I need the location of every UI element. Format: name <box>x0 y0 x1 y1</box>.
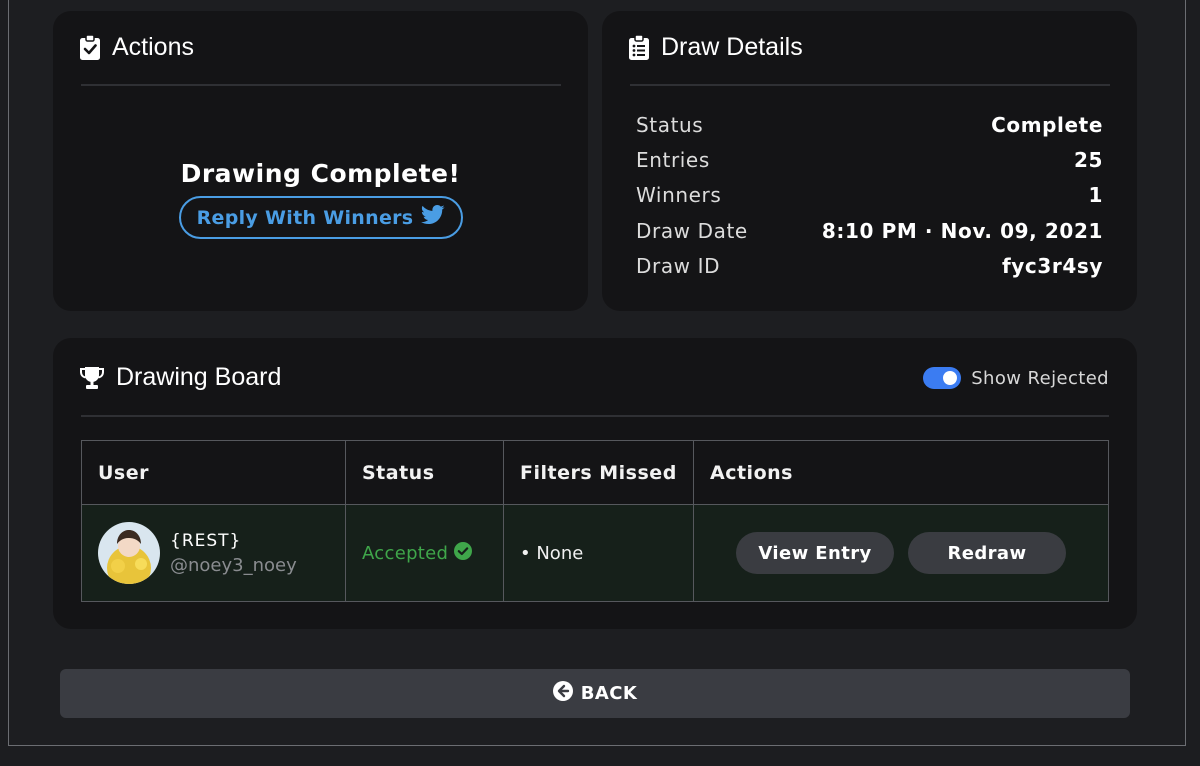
redraw-button[interactable]: Redraw <box>908 532 1066 574</box>
status-cell: Accepted <box>345 504 504 602</box>
detail-label: Draw ID <box>636 254 721 278</box>
column-header-user: User <box>81 440 346 505</box>
back-button[interactable]: BACK <box>60 669 1130 718</box>
detail-row-draw-id: Draw ID fyc3r4sy <box>636 251 1103 281</box>
reply-with-winners-button[interactable]: Reply With Winners <box>179 196 463 239</box>
draw-details-title-text: Draw Details <box>661 33 803 61</box>
user-display-name: {REST} <box>170 530 242 551</box>
drawing-board-title: Drawing Board <box>80 363 281 392</box>
show-rejected-toggle[interactable] <box>923 367 962 389</box>
back-label: BACK <box>580 683 638 704</box>
detail-value: fyc3r4sy <box>1001 254 1103 278</box>
detail-row-draw-date: Draw Date 8:10 PM · Nov. 09, 2021 <box>636 216 1103 246</box>
detail-label: Winners <box>636 183 722 207</box>
user-handle[interactable]: @noey3_noey <box>170 555 297 576</box>
show-rejected-label: Show Rejected <box>971 367 1109 389</box>
detail-value: 1 <box>1088 183 1103 207</box>
draw-details-title: Draw Details <box>629 33 803 62</box>
check-circle-icon <box>454 541 473 565</box>
arrow-circle-left-icon <box>552 681 573 706</box>
detail-row-entries: Entries 25 <box>636 145 1103 175</box>
user-cell: {REST} @noey3_noey <box>81 504 346 602</box>
trophy-icon <box>80 366 104 390</box>
actions-card: Actions Drawing Complete! Reply With Win… <box>53 11 588 311</box>
avatar[interactable] <box>98 522 160 584</box>
table-header-row: User Status Filters Missed Actions <box>81 440 1109 505</box>
twitter-icon <box>421 205 446 230</box>
drawing-board-divider <box>81 415 1109 417</box>
detail-value: Complete <box>991 113 1103 137</box>
column-header-filters-missed: Filters Missed <box>503 440 694 505</box>
detail-row-winners: Winners 1 <box>636 180 1103 210</box>
draw-details-divider <box>630 84 1110 86</box>
status-text: Accepted <box>362 542 449 564</box>
clipboard-check-icon <box>80 35 100 60</box>
drawing-board-table: User Status Filters Missed Actions {REST… <box>81 440 1109 602</box>
show-rejected-control: Show Rejected <box>923 367 1109 389</box>
actions-title-text: Actions <box>112 33 194 61</box>
draw-details-card: Draw Details Status Complete Entries 25 … <box>602 11 1137 311</box>
drawing-complete-text: Drawing Complete! <box>180 159 461 188</box>
drawing-board-card: Drawing Board Show Rejected User Status … <box>53 338 1137 629</box>
detail-row-status: Status Complete <box>636 110 1103 140</box>
column-header-actions: Actions <box>693 440 1109 505</box>
reply-with-winners-label: Reply With Winners <box>196 206 414 229</box>
filters-missed-cell: • None <box>503 504 694 602</box>
view-entry-button[interactable]: View Entry <box>736 532 894 574</box>
detail-label: Entries <box>636 148 710 172</box>
clipboard-list-icon <box>629 35 649 60</box>
actions-divider <box>81 84 561 86</box>
detail-label: Status <box>636 113 704 137</box>
detail-value: 25 <box>1073 148 1103 172</box>
actions-title: Actions <box>80 33 194 62</box>
drawing-board-title-text: Drawing Board <box>116 363 282 391</box>
toggle-knob <box>943 371 958 385</box>
detail-label: Draw Date <box>636 219 748 243</box>
column-header-status: Status <box>345 440 504 505</box>
table-row: {REST} @noey3_noey Accepted • None View … <box>81 504 1109 602</box>
status-badge: Accepted <box>362 541 503 565</box>
actions-cell: View Entry Redraw <box>693 504 1109 602</box>
detail-value: 8:10 PM · Nov. 09, 2021 <box>821 219 1103 243</box>
